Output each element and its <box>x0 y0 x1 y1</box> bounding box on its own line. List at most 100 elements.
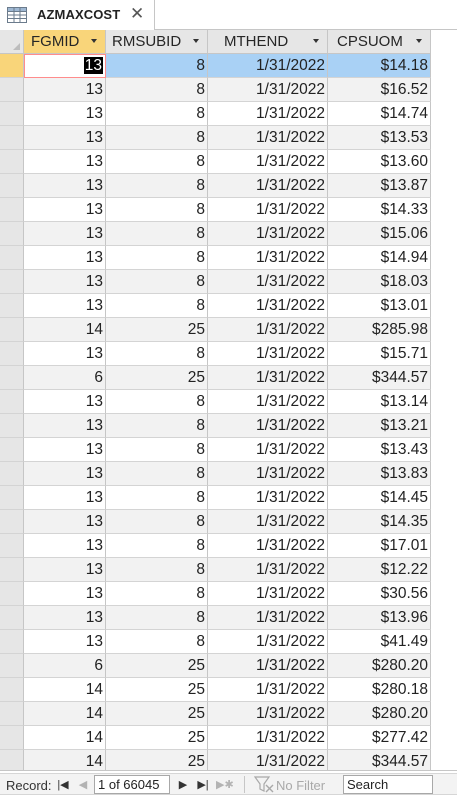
cell-mthend[interactable]: 1/31/2022 <box>208 414 328 438</box>
cell-fgmid[interactable]: 13 <box>24 246 106 270</box>
cell-mthend[interactable]: 1/31/2022 <box>208 390 328 414</box>
record-selector[interactable] <box>0 558 24 582</box>
cell-cpsuom[interactable]: $277.42 <box>328 726 431 750</box>
table-row[interactable]: 13 8 1/31/2022 $13.60 <box>0 150 457 174</box>
cell-cpsuom[interactable]: $17.01 <box>328 534 431 558</box>
cell-cpsuom[interactable]: $14.45 <box>328 486 431 510</box>
column-header-fgmid[interactable]: FGMID <box>24 30 106 54</box>
record-selector[interactable] <box>0 78 24 102</box>
cell-cpsuom[interactable]: $344.57 <box>328 366 431 390</box>
cell-rmsubid[interactable]: 8 <box>106 78 208 102</box>
new-record-icon[interactable]: ▶✱ <box>216 777 234 793</box>
cell-fgmid[interactable]: 13 <box>24 102 106 126</box>
cell-mthend[interactable]: 1/31/2022 <box>208 678 328 702</box>
close-icon[interactable]: ✕ <box>130 4 144 24</box>
record-selector[interactable] <box>0 630 24 654</box>
record-selector[interactable] <box>0 486 24 510</box>
cell-cpsuom[interactable]: $12.22 <box>328 558 431 582</box>
table-row[interactable]: 13 8 1/31/2022 $15.71 <box>0 342 457 366</box>
first-record-icon[interactable]: |◀ <box>56 777 70 793</box>
table-row[interactable]: 13 8 1/31/2022 $12.22 <box>0 558 457 582</box>
table-row[interactable]: 13 8 1/31/2022 $14.33 <box>0 198 457 222</box>
cell-fgmid[interactable]: 13 <box>24 174 106 198</box>
record-selector[interactable] <box>0 54 24 78</box>
record-selector[interactable] <box>0 438 24 462</box>
cell-mthend[interactable]: 1/31/2022 <box>208 54 328 78</box>
filter-toggle[interactable]: No Filter <box>252 775 338 794</box>
cell-rmsubid[interactable]: 8 <box>106 510 208 534</box>
cell-cpsuom[interactable]: $41.49 <box>328 630 431 654</box>
table-row[interactable]: 13 8 1/31/2022 $13.83 <box>0 462 457 486</box>
cell-rmsubid[interactable]: 25 <box>106 318 208 342</box>
table-row[interactable]: 13 8 1/31/2022 $13.53 <box>0 126 457 150</box>
record-selector[interactable] <box>0 726 24 750</box>
cell-rmsubid[interactable]: 8 <box>106 54 208 78</box>
cell-mthend[interactable]: 1/31/2022 <box>208 366 328 390</box>
cell-fgmid[interactable]: 13 <box>24 150 106 174</box>
cell-cpsuom[interactable]: $14.74 <box>328 102 431 126</box>
table-row[interactable]: 14 25 1/31/2022 $280.18 <box>0 678 457 702</box>
cell-fgmid[interactable]: 13 <box>24 630 106 654</box>
cell-rmsubid[interactable]: 8 <box>106 270 208 294</box>
cell-rmsubid[interactable]: 8 <box>106 126 208 150</box>
cell-fgmid[interactable]: 14 <box>24 318 106 342</box>
cell-cpsuom[interactable]: $14.35 <box>328 510 431 534</box>
table-row[interactable]: 13 8 1/31/2022 $13.01 <box>0 294 457 318</box>
cell-fgmid[interactable]: 13 <box>24 606 106 630</box>
cell-rmsubid[interactable]: 8 <box>106 390 208 414</box>
cell-mthend[interactable]: 1/31/2022 <box>208 630 328 654</box>
table-row[interactable]: 14 25 1/31/2022 $344.57 <box>0 750 457 770</box>
cell-fgmid[interactable]: 13 <box>24 342 106 366</box>
cell-cpsuom[interactable]: $13.14 <box>328 390 431 414</box>
previous-record-icon[interactable]: ◀ <box>76 777 90 793</box>
table-row[interactable]: 13 8 1/31/2022 $14.45 <box>0 486 457 510</box>
cell-rmsubid[interactable]: 8 <box>106 486 208 510</box>
cell-rmsubid[interactable]: 8 <box>106 462 208 486</box>
cell-fgmid[interactable]: 13 <box>24 486 106 510</box>
cell-rmsubid[interactable]: 8 <box>106 294 208 318</box>
cell-mthend[interactable]: 1/31/2022 <box>208 510 328 534</box>
cell-cpsuom[interactable]: $280.20 <box>328 702 431 726</box>
cell-rmsubid[interactable]: 8 <box>106 198 208 222</box>
cell-fgmid[interactable]: 13 <box>24 222 106 246</box>
document-tab[interactable]: AZMAXCOST ✕ <box>0 0 155 30</box>
record-selector[interactable] <box>0 582 24 606</box>
table-row[interactable]: 13 8 1/31/2022 $14.18 <box>0 54 457 78</box>
cell-mthend[interactable]: 1/31/2022 <box>208 438 328 462</box>
cell-rmsubid[interactable]: 8 <box>106 174 208 198</box>
table-row[interactable]: 13 8 1/31/2022 $14.74 <box>0 102 457 126</box>
cell-mthend[interactable]: 1/31/2022 <box>208 726 328 750</box>
column-header-rmsubid[interactable]: RMSUBID <box>106 30 208 54</box>
cell-rmsubid[interactable]: 8 <box>106 414 208 438</box>
cell-rmsubid[interactable]: 8 <box>106 606 208 630</box>
table-row[interactable]: 13 8 1/31/2022 $17.01 <box>0 534 457 558</box>
record-selector[interactable] <box>0 678 24 702</box>
cell-mthend[interactable]: 1/31/2022 <box>208 102 328 126</box>
cell-mthend[interactable]: 1/31/2022 <box>208 126 328 150</box>
cell-cpsuom[interactable]: $16.52 <box>328 78 431 102</box>
cell-fgmid[interactable]: 13 <box>24 390 106 414</box>
cell-rmsubid[interactable]: 25 <box>106 750 208 770</box>
table-row[interactable]: 13 8 1/31/2022 $16.52 <box>0 78 457 102</box>
column-header-cpsuom[interactable]: CPSUOM <box>328 30 431 54</box>
record-position-input[interactable]: 1 of 66045 <box>94 775 170 794</box>
cell-fgmid[interactable]: 13 <box>24 126 106 150</box>
record-selector[interactable] <box>0 126 24 150</box>
record-selector[interactable] <box>0 390 24 414</box>
cell-cpsuom[interactable]: $13.53 <box>328 126 431 150</box>
table-row[interactable]: 13 8 1/31/2022 $15.06 <box>0 222 457 246</box>
cell-mthend[interactable]: 1/31/2022 <box>208 702 328 726</box>
table-row[interactable]: 13 8 1/31/2022 $13.87 <box>0 174 457 198</box>
cell-fgmid[interactable]: 13 <box>24 294 106 318</box>
cell-rmsubid[interactable]: 25 <box>106 654 208 678</box>
cell-mthend[interactable]: 1/31/2022 <box>208 342 328 366</box>
cell-fgmid[interactable]: 14 <box>24 726 106 750</box>
table-row[interactable]: 14 25 1/31/2022 $277.42 <box>0 726 457 750</box>
cell-mthend[interactable]: 1/31/2022 <box>208 462 328 486</box>
record-selector[interactable] <box>0 198 24 222</box>
record-selector[interactable] <box>0 534 24 558</box>
table-row[interactable]: 13 8 1/31/2022 $30.56 <box>0 582 457 606</box>
cell-rmsubid[interactable]: 8 <box>106 102 208 126</box>
record-selector[interactable] <box>0 414 24 438</box>
cell-mthend[interactable]: 1/31/2022 <box>208 318 328 342</box>
